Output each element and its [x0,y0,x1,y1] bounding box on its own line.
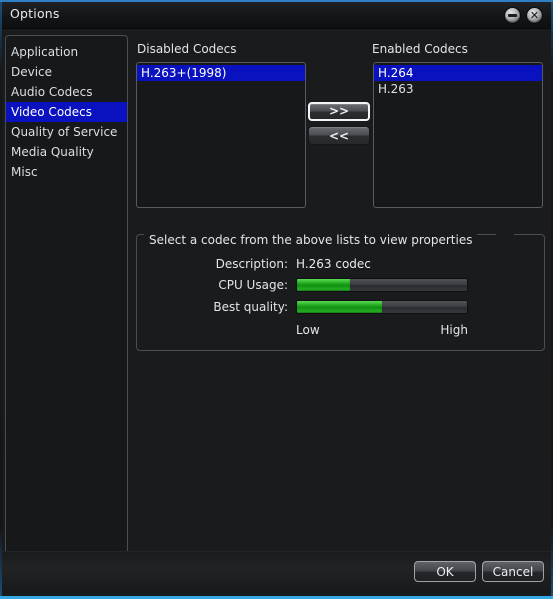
enable-codec-button[interactable]: >> [308,102,370,121]
dialog-footer: OK Cancel [0,551,553,593]
codec-properties-title: Select a codec from the above lists to v… [144,233,478,247]
list-item[interactable]: H.263 [374,81,542,97]
scale-low-label: Low [296,323,320,337]
sidebar-item-device[interactable]: Device [6,62,127,82]
sidebar-item-label: Media Quality [11,145,94,159]
list-item[interactable]: H.264 [374,65,542,81]
disabled-codecs-label: Disabled Codecs [137,42,237,56]
list-item-label: H.264 [378,66,414,80]
sidebar-item-label: Quality of Service [11,125,118,139]
cpu-usage-meter [296,278,468,292]
close-icon: ✕ [529,9,540,22]
sidebar-item-media-quality[interactable]: Media Quality [6,142,127,162]
list-item[interactable]: H.263+(1998) [137,65,305,81]
group-border-gap [496,232,514,236]
enabled-codecs-list[interactable]: H.264 H.263 [373,62,543,208]
scale-high-label: High [440,323,468,337]
codec-properties-group [136,234,545,351]
sidebar-item-video-codecs[interactable]: Video Codecs [6,102,127,122]
settings-category-list[interactable]: Application Device Audio Codecs Video Co… [5,35,128,557]
best-quality-meter [296,300,468,314]
sidebar-item-quality-of-service[interactable]: Quality of Service [6,122,127,142]
disabled-codecs-list[interactable]: H.263+(1998) [136,62,306,208]
minimize-button[interactable] [505,8,520,23]
sidebar-item-label: Video Codecs [11,105,93,119]
sidebar-item-misc[interactable]: Misc [6,162,127,182]
title-bar: Options ✕ [0,2,553,29]
sidebar-item-label: Device [11,65,53,79]
options-window: Options ✕ Application Device Audio Codec… [0,0,553,599]
best-quality-label: Best quality: [213,300,288,314]
sidebar-item-label: Application [11,45,79,59]
sidebar-item-label: Audio Codecs [11,85,93,99]
cpu-usage-label: CPU Usage: [218,278,288,292]
list-item-label: H.263+(1998) [141,66,227,80]
sidebar-item-audio-codecs[interactable]: Audio Codecs [6,82,127,102]
cancel-button[interactable]: Cancel [482,561,544,582]
best-quality-meter-fill [297,301,382,313]
disable-codec-button[interactable]: << [308,126,370,145]
window-title: Options [10,6,60,21]
ok-button[interactable]: OK [414,561,476,582]
close-button[interactable]: ✕ [527,8,542,23]
sidebar-item-label: Misc [11,165,38,179]
description-label: Description: [215,257,288,271]
list-item-label: H.263 [378,82,414,96]
minimize-icon [508,14,517,17]
cpu-usage-meter-fill [297,279,350,291]
sidebar-item-application[interactable]: Application [6,42,127,62]
enabled-codecs-label: Enabled Codecs [372,42,468,56]
description-value: H.263 codec [296,257,371,271]
